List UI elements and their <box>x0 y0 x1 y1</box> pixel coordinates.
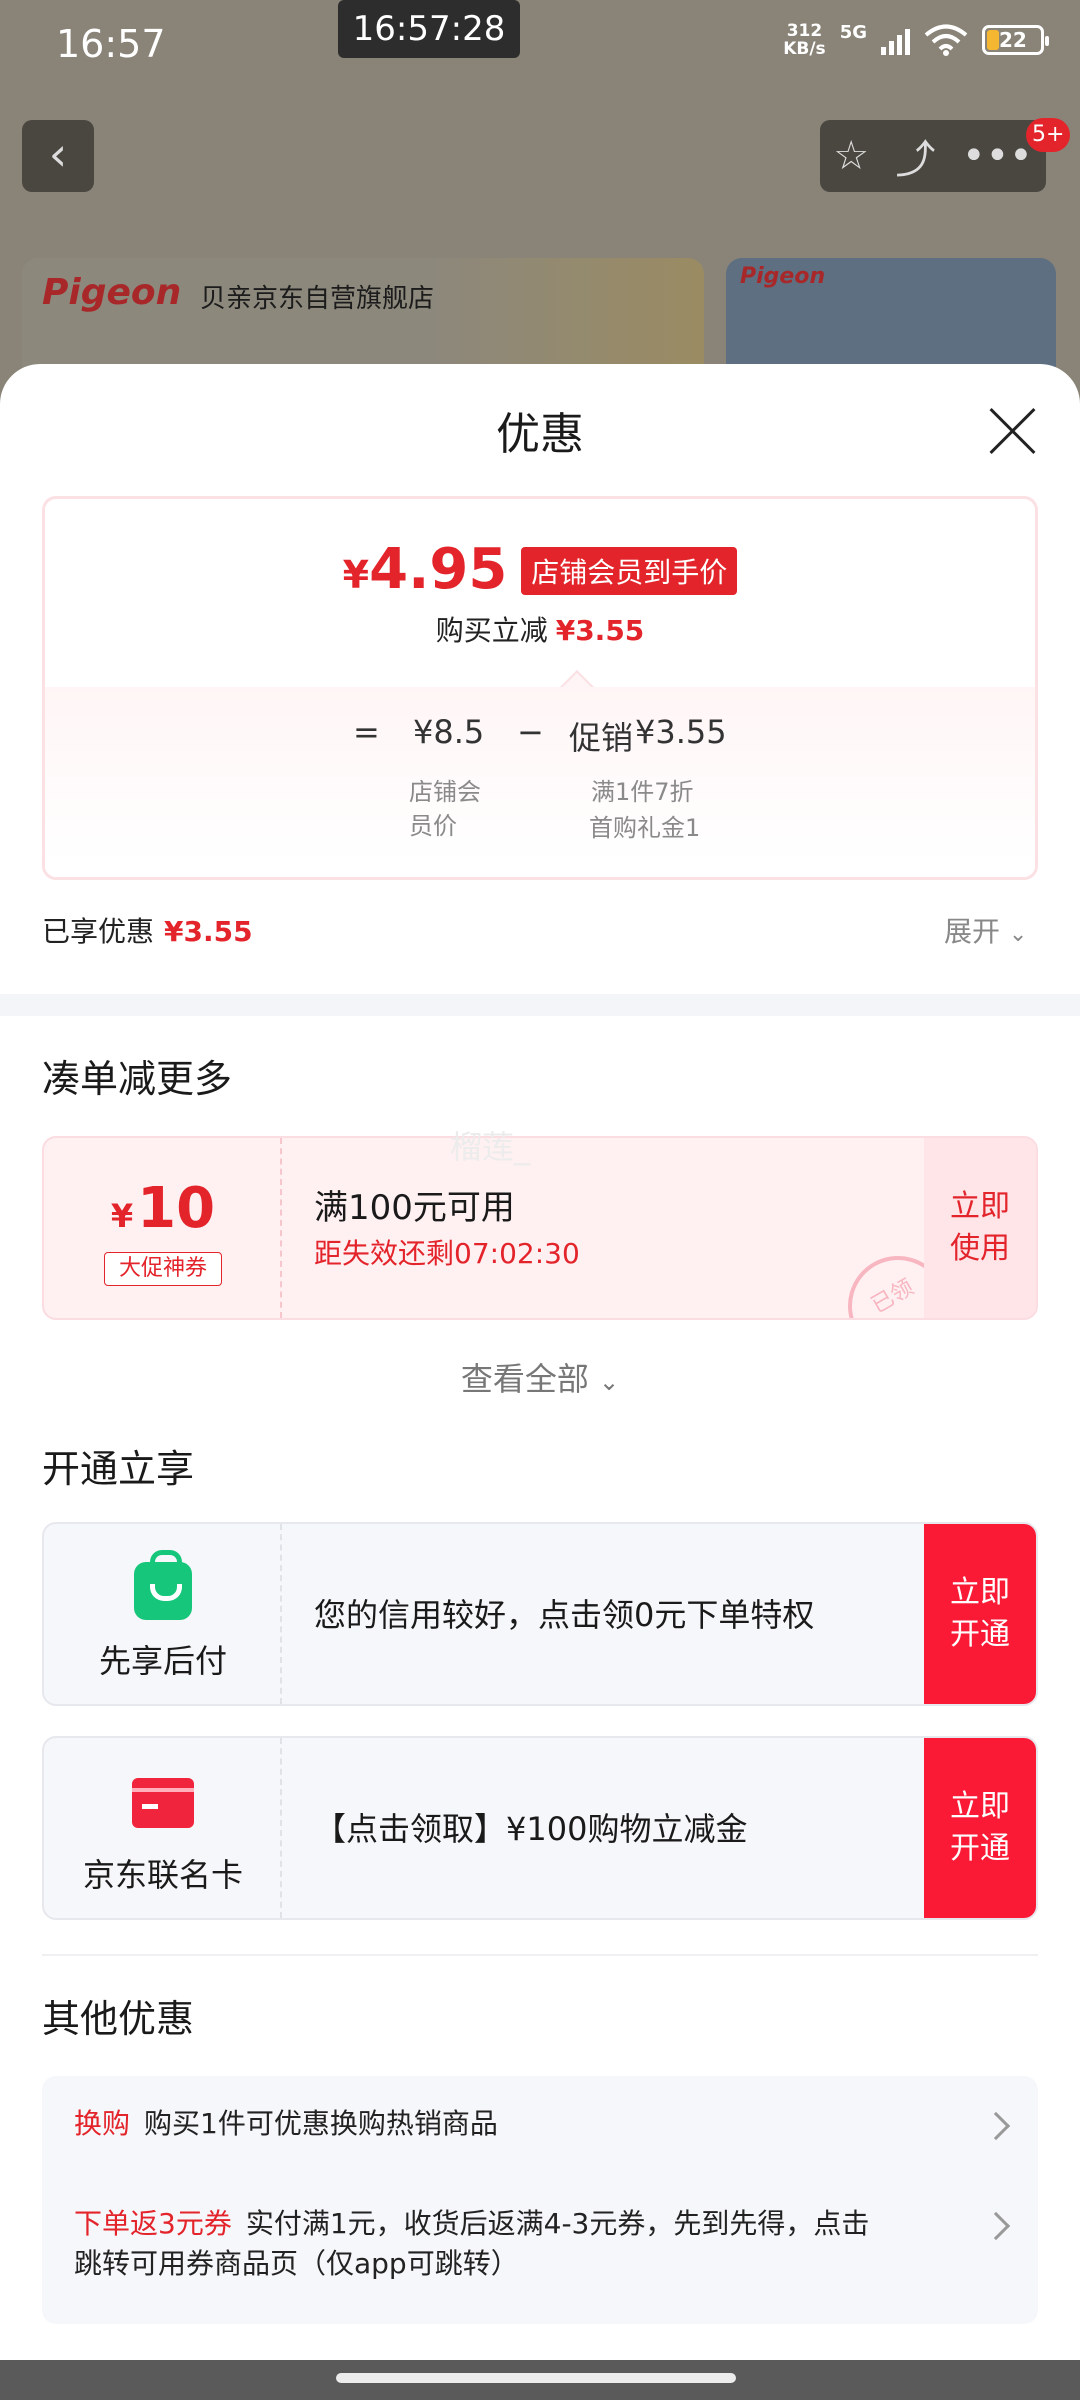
chevron-right-icon[interactable] <box>981 2211 1011 2241</box>
coupon-condition: 满100元可用 <box>314 1188 515 1228</box>
discount-label: 购买立减 <box>435 614 548 647</box>
enjoyed-label: 已享优惠 <box>42 915 155 948</box>
expand-button[interactable]: 展开 ⌄ <box>944 910 1027 950</box>
shopping-bag-icon <box>134 1550 192 1620</box>
minus-sign: − <box>517 713 544 751</box>
service-icon-area: 京东联名卡 <box>44 1738 282 1918</box>
chevron-right-icon[interactable] <box>981 2111 1011 2141</box>
coupon-card[interactable]: ¥10 大促神券 满100元可用 距失效还剩07:02:30 已领 立即 使用 <box>42 1136 1038 1320</box>
activate-credit-card-button[interactable]: 立即 开通 <box>924 1738 1036 1918</box>
use-coupon-button[interactable]: 立即 使用 <box>924 1138 1036 1318</box>
promo-value: ¥3.55 <box>635 713 727 751</box>
activate-pay-later-button[interactable]: 立即 开通 <box>924 1524 1036 1704</box>
price-breakdown-card: ¥4.95 店铺会员到手价 购买立减 ¥3.55 = ¥8.5 − 促销 ¥3.5… <box>42 496 1038 880</box>
network-speed: 312 KB/s <box>783 22 825 58</box>
status-time: 16:57 <box>56 22 166 66</box>
other-offers-list: 换购 购买1件可优惠换购热销商品 下单返3元券 实付满1元，收货后返满4-3元券，先… <box>42 2076 1038 2324</box>
star-icon[interactable]: ☆ <box>833 133 869 179</box>
user-watermark: 榴莲_ <box>450 1128 531 1166</box>
gesture-handle[interactable] <box>336 2373 736 2383</box>
share-icon[interactable]: ⤴ <box>896 127 936 185</box>
wifi-icon <box>924 24 968 56</box>
network-speed-value: 312 <box>786 21 823 41</box>
section-divider <box>0 994 1080 1016</box>
chevron-left-icon: ‹ <box>48 127 68 181</box>
offer-row-coupon-return[interactable]: 下单返3元券 实付满1元，收货后返满4-3元券，先到先得，点击 跳转可用券商品页（… <box>74 2204 974 2284</box>
clock-overlay: 16:57:28 <box>338 0 520 58</box>
offer-text: 购买1件可优惠换购热销商品 <box>144 2107 498 2140</box>
service-name: 京东联名卡 <box>82 1856 243 1894</box>
service-icon-area: 先享后付 <box>44 1524 282 1704</box>
view-all-label: 查看全部 <box>460 1360 589 1398</box>
final-price: ¥4.95 <box>342 537 508 602</box>
gift-caption: 首购礼金1 <box>589 814 701 842</box>
5g-label: 5G <box>839 22 867 43</box>
promo-label: 促销 <box>569 719 634 757</box>
coupon-timer: 距失效还剩07:02:30 <box>314 1237 580 1270</box>
back-button[interactable]: ‹ <box>22 120 94 192</box>
status-bar: 16:57 16:57:28 312 KB/s 5G 22 <box>0 0 1080 90</box>
message-badge: 5+ <box>1026 118 1071 152</box>
top-toolbar: ☆ ⤴ ••• <box>820 120 1046 192</box>
battery-level: 22 <box>999 28 1027 52</box>
credit-card-icon <box>132 1778 194 1828</box>
more-icon[interactable]: ••• <box>962 133 1033 179</box>
chevron-down-icon: ⌄ <box>1008 922 1028 947</box>
signal-icon <box>881 25 910 55</box>
member-price-caption: 店铺会 员价 <box>409 778 481 840</box>
offer-tag: 换购 <box>74 2107 131 2140</box>
chevron-down-icon: ⌄ <box>599 1368 620 1396</box>
equals-sign: = <box>353 713 380 751</box>
store-logo: Pigeon <box>42 272 182 313</box>
close-icon[interactable] <box>986 404 1040 458</box>
coupon-tag: 大促神券 <box>104 1252 222 1286</box>
store-name: 贝亲京东自营旗舰店 <box>200 284 435 314</box>
more-section-title: 凑单减更多 <box>42 1057 233 1101</box>
offer-tag: 下单返3元券 <box>74 2207 232 2240</box>
price-calculation: = ¥8.5 − 促销 ¥3.55 店铺会 员价 满1件7折 首购礼金1 <box>45 687 1035 877</box>
discount-value: ¥3.55 <box>555 614 645 647</box>
member-price-tag: 店铺会员到手价 <box>521 547 738 595</box>
instant-discount: 购买立减 ¥3.55 <box>45 609 1035 649</box>
member-price: ¥8.5 <box>413 713 485 751</box>
network-speed-unit: KB/s <box>783 39 826 59</box>
coupon-value-area: ¥10 大促神券 <box>44 1138 282 1318</box>
enjoyed-value: ¥3.55 <box>164 915 253 948</box>
service-card-pay-later[interactable]: 先享后付 您的信用较好，点击领0元下单特权 立即 开通 <box>42 1522 1038 1706</box>
view-all-button[interactable]: 查看全部 ⌄ <box>0 1354 1080 1400</box>
expand-label: 展开 <box>944 915 1001 948</box>
status-icons: 312 KB/s 5G 22 <box>783 22 1049 58</box>
offer-row-exchange[interactable]: 换购 购买1件可优惠换购热销商品 <box>74 2104 974 2144</box>
service-description: 【点击领取】¥100购物立减金 <box>314 1810 748 1848</box>
divider <box>42 1954 1038 1956</box>
other-section-title: 其他优惠 <box>42 1997 195 2041</box>
service-description: 您的信用较好，点击领0元下单特权 <box>314 1596 815 1634</box>
service-card-credit-card[interactable]: 京东联名卡 【点击领取】¥100购物立减金 立即 开通 <box>42 1736 1038 1920</box>
promo-caption: 满1件7折 <box>591 778 694 806</box>
side-logo: Pigeon <box>740 264 826 289</box>
coupon-amount: ¥10 <box>110 1176 216 1241</box>
offer-text-continued: 跳转可用券商品页（仅app可跳转） <box>74 2247 519 2280</box>
battery-icon: 22 <box>982 25 1049 55</box>
service-name: 先享后付 <box>98 1642 227 1680</box>
enjoyed-discount: 已享优惠 ¥3.55 <box>42 910 253 950</box>
sheet-title: 优惠 <box>496 409 584 460</box>
promotions-sheet: 优惠 ¥4.95 店铺会员到手价 购买立减 ¥3.55 = ¥8.5 − 促销 ¥… <box>0 364 1080 2360</box>
offer-text: 实付满1元，收货后返满4-3元券，先到先得，点击 <box>245 2207 870 2240</box>
open-section-title: 开通立享 <box>42 1447 195 1491</box>
